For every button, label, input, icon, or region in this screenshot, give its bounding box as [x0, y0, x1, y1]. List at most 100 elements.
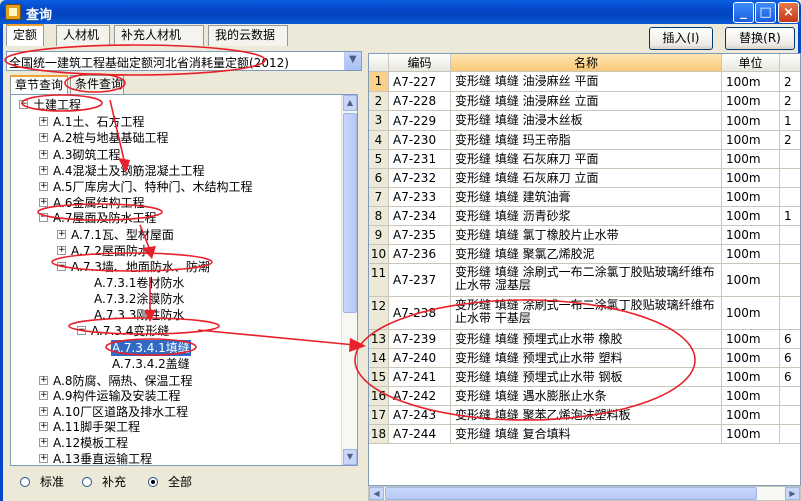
row-code: A7-230: [389, 131, 451, 150]
scroll-left-icon[interactable]: ◀: [369, 487, 384, 500]
quota-grid[interactable]: 编码 名称 单位 1 A7-227 变形缝 填缝 油浸麻丝 平面 100m 2 2 A7-2…: [368, 53, 801, 486]
scroll-right-icon[interactable]: ▶: [785, 487, 800, 500]
panel-splitter[interactable]: [362, 48, 366, 501]
row-unit: 100m: [722, 264, 780, 297]
column-header-unit[interactable]: 单位: [722, 54, 780, 72]
expand-icon[interactable]: +: [39, 391, 48, 400]
row-index: 9: [369, 226, 389, 245]
expand-icon[interactable]: +: [39, 133, 48, 142]
row-index: 18: [369, 425, 389, 444]
quota-library-select[interactable]: 全国统一建筑工程基础定额河北省消耗量定额(2012) ▼: [6, 51, 362, 71]
scroll-thumb[interactable]: [343, 113, 357, 313]
row-unit: 100m: [722, 92, 780, 111]
collapse-icon[interactable]: −: [77, 326, 86, 335]
row-name: 变形缝 填缝 预埋式止水带 钢板: [451, 368, 722, 387]
row-index: 2: [369, 92, 389, 111]
tab-condition-query[interactable]: 条件查询: [70, 75, 124, 94]
minimize-icon: _: [740, 5, 747, 20]
row-extra: [780, 406, 800, 425]
row-name: 变形缝 填缝 油浸麻丝 立面: [451, 92, 722, 111]
row-name: 变形缝 填缝 油浸麻丝 平面: [451, 72, 722, 92]
row-extra: [780, 150, 800, 169]
tab-chapter-query[interactable]: 章节查询: [10, 75, 68, 94]
radio-all[interactable]: 全部: [148, 473, 208, 491]
radio-icon[interactable]: [20, 477, 30, 487]
row-unit: 100m: [722, 368, 780, 387]
app-icon: [5, 4, 21, 20]
row-unit: 100m: [722, 72, 780, 92]
row-extra: [780, 264, 800, 297]
close-button[interactable]: ×: [778, 2, 799, 23]
radio-supplement[interactable]: 补充: [82, 473, 142, 491]
row-name: 变形缝 填缝 沥青砂浆: [451, 207, 722, 226]
tab-cloud-data[interactable]: 我的云数据: [208, 25, 288, 46]
row-extra: [780, 188, 800, 207]
expand-icon[interactable]: +: [39, 117, 48, 126]
collapse-icon[interactable]: −: [19, 100, 28, 109]
radio-checked-icon[interactable]: [148, 477, 158, 487]
row-extra: 1: [780, 111, 800, 131]
radio-standard[interactable]: 标准: [20, 473, 80, 491]
chapter-tree[interactable]: − 土建工程 + A.1土、石方工程 + A.2桩与地基基础工程 + A.3砌筑工程 +…: [10, 94, 358, 466]
row-unit: 100m: [722, 169, 780, 188]
dropdown-button[interactable]: ▼: [344, 52, 361, 70]
tab-labor-material[interactable]: 人材机: [56, 25, 110, 46]
expand-icon[interactable]: +: [39, 376, 48, 385]
row-name: 变形缝 填缝 聚苯乙烯泡沫塑料板: [451, 406, 722, 425]
title-bar[interactable]: 查询 _ □ ×: [0, 0, 801, 24]
row-code: A7-232: [389, 169, 451, 188]
column-header-index[interactable]: [369, 54, 389, 72]
row-unit: 100m: [722, 245, 780, 264]
row-name: 变形缝 填缝 涂刷式一布二涂氯丁胶贴玻璃纤维布止水带 干基层: [451, 297, 722, 330]
expand-icon[interactable]: +: [39, 422, 48, 431]
row-index: 7: [369, 188, 389, 207]
scroll-down-icon[interactable]: ▼: [343, 449, 357, 465]
radio-icon[interactable]: [82, 477, 92, 487]
row-extra: 6: [780, 349, 800, 368]
expand-icon[interactable]: +: [39, 454, 48, 463]
expand-icon[interactable]: +: [39, 150, 48, 159]
maximize-button[interactable]: □: [755, 2, 776, 23]
close-icon: ×: [783, 5, 794, 20]
expand-icon[interactable]: +: [39, 407, 48, 416]
tab-extra-material[interactable]: 补充人材机: [114, 25, 204, 46]
row-code: A7-236: [389, 245, 451, 264]
row-code: A7-241: [389, 368, 451, 387]
insert-button[interactable]: 插入(I): [649, 27, 713, 50]
row-unit: 100m: [722, 150, 780, 169]
row-code: A7-233: [389, 188, 451, 207]
minimize-button[interactable]: _: [733, 2, 754, 23]
scroll-up-icon[interactable]: ▲: [343, 95, 357, 111]
expand-icon[interactable]: +: [57, 246, 66, 255]
column-header-name[interactable]: 名称: [451, 54, 722, 72]
row-code: A7-238: [389, 297, 451, 330]
expand-icon[interactable]: +: [57, 230, 66, 239]
expand-icon[interactable]: +: [39, 182, 48, 191]
row-unit: 100m: [722, 131, 780, 150]
tab-quota[interactable]: 定额: [6, 24, 44, 46]
row-extra: 2: [780, 92, 800, 111]
row-name: 变形缝 填缝 复合填料: [451, 425, 722, 444]
row-unit: 100m: [722, 330, 780, 349]
row-code: A7-243: [389, 406, 451, 425]
tree-vertical-scrollbar[interactable]: ▲ ▼: [341, 95, 357, 465]
row-unit: 100m: [722, 226, 780, 245]
collapse-icon[interactable]: −: [57, 262, 66, 271]
row-index: 6: [369, 169, 389, 188]
scroll-thumb[interactable]: [385, 487, 757, 500]
column-header-code[interactable]: 编码: [389, 54, 451, 72]
column-header-extra[interactable]: [780, 54, 800, 72]
grid-horizontal-scrollbar[interactable]: ◀ ▶: [368, 486, 801, 501]
row-unit: 100m: [722, 387, 780, 406]
expand-icon[interactable]: +: [39, 198, 48, 207]
collapse-icon[interactable]: −: [39, 213, 48, 222]
expand-icon[interactable]: +: [39, 438, 48, 447]
replace-button[interactable]: 替换(R): [725, 27, 795, 50]
row-code: A7-244: [389, 425, 451, 444]
maximize-icon: □: [759, 5, 772, 20]
expand-icon[interactable]: +: [39, 166, 48, 175]
row-name: 变形缝 填缝 建筑油膏: [451, 188, 722, 207]
row-code: A7-229: [389, 111, 451, 131]
row-extra: [780, 169, 800, 188]
row-name: 变形缝 填缝 聚氯乙烯胶泥: [451, 245, 722, 264]
